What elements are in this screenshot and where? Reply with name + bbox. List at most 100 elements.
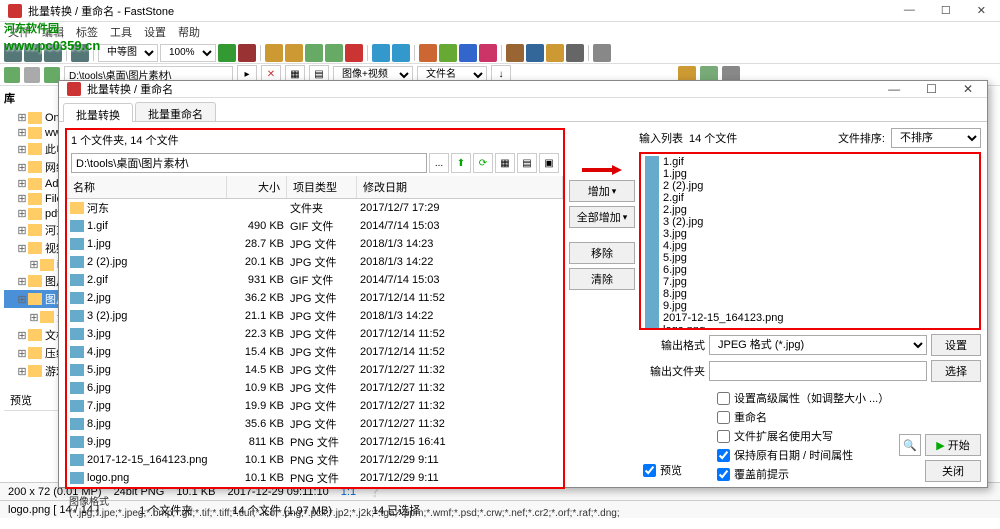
option-checkbox[interactable]: 保持原有日期 / 时间属性 (717, 447, 891, 463)
preview-checkbox[interactable]: 预览 (639, 458, 689, 482)
input-list-item[interactable]: 8.jpg (643, 288, 977, 300)
email-icon[interactable] (546, 44, 564, 62)
file-row[interactable]: 9.jpg811 KBPNG 文件2017/12/15 16:41 (67, 433, 563, 451)
dialog-close-btn[interactable]: 关闭 (925, 460, 981, 482)
input-list-item[interactable]: 1.gif (643, 156, 977, 168)
fullscreen-icon[interactable] (71, 44, 89, 62)
input-list-item[interactable]: 9.jpg (643, 300, 977, 312)
dialog-path-input[interactable] (71, 153, 427, 173)
input-list-item[interactable]: 5.jpg (643, 252, 977, 264)
file-row[interactable]: 6.jpg10.9 KBJPG 文件2017/12/27 11:32 (67, 379, 563, 397)
input-list-item[interactable]: 3 (2).jpg (643, 216, 977, 228)
menu-help[interactable]: 帮助 (178, 24, 200, 40)
paste-icon[interactable] (325, 44, 343, 62)
input-list-item[interactable]: 3.jpg (643, 228, 977, 240)
file-row[interactable]: 3 (2).jpg21.1 KBJPG 文件2018/1/3 14:22 (67, 307, 563, 325)
tool-icon[interactable] (265, 44, 283, 62)
add-all-button[interactable]: 全部增加▾ (569, 206, 635, 228)
tool2-icon[interactable] (285, 44, 303, 62)
zoom-select[interactable]: 中等图 (98, 44, 158, 62)
resize-icon[interactable] (439, 44, 457, 62)
browse-button[interactable]: ... (429, 153, 449, 173)
add-button[interactable]: 增加▾ (569, 180, 635, 202)
col-type[interactable]: 项目类型 (287, 176, 357, 198)
input-list-item[interactable]: 6.jpg (643, 264, 977, 276)
file-row[interactable]: 3.jpg22.3 KBJPG 文件2017/12/14 11:52 (67, 325, 563, 343)
menu-settings[interactable]: 设置 (144, 24, 166, 40)
menu-tag[interactable]: 标签 (76, 24, 98, 40)
file-row[interactable]: logo.png10.1 KBPNG 文件2017/12/29 9:11 (67, 469, 563, 487)
nav-back-icon[interactable] (4, 67, 20, 83)
rotate-left-icon[interactable] (372, 44, 390, 62)
clear-button[interactable]: 清除 (569, 268, 635, 290)
copy-icon[interactable] (305, 44, 323, 62)
file-row[interactable]: 1.jpg28.7 KBJPG 文件2018/1/3 14:23 (67, 235, 563, 253)
up-folder-icon[interactable]: ⬆ (451, 153, 471, 173)
rotate-right-icon[interactable] (392, 44, 410, 62)
settings-button[interactable]: 设置 (931, 334, 981, 356)
tab-batch-rename[interactable]: 批量重命名 (135, 102, 216, 121)
option-checkbox[interactable]: 设置高级属性（如调整大小 ...） (717, 390, 891, 406)
menu-edit[interactable]: 编辑 (42, 24, 64, 40)
magnifier-icon[interactable]: 🔍 (899, 434, 921, 456)
input-list-item[interactable]: 2017-12-15_164123.png (643, 312, 977, 324)
zoom-percent-select[interactable]: 100% (160, 44, 216, 62)
dialog-maximize-button[interactable]: ☐ (920, 82, 943, 96)
option-checkbox[interactable]: 重命名 (717, 409, 891, 425)
list-view-icon[interactable]: ▦ (495, 153, 515, 173)
output-folder-input[interactable] (709, 361, 927, 381)
file-row[interactable]: 1.gif490 KBGIF 文件2014/7/14 15:03 (67, 217, 563, 235)
col-date[interactable]: 修改日期 (357, 176, 563, 198)
remove-button[interactable]: 移除 (569, 242, 635, 264)
input-list-item[interactable]: 2 (2).jpg (643, 180, 977, 192)
file-row[interactable]: 7.jpg19.9 KBJPG 文件2017/12/27 11:32 (67, 397, 563, 415)
file-row[interactable]: 2017-12-15_164123.png10.1 KBPNG 文件2017/1… (67, 451, 563, 469)
menu-file[interactable]: 文件 (8, 24, 30, 40)
input-list-item[interactable]: 1.jpg (643, 168, 977, 180)
layout-icon[interactable] (4, 44, 22, 62)
file-row[interactable]: 2 (2).jpg20.1 KBJPG 文件2018/1/3 14:22 (67, 253, 563, 271)
file-row[interactable]: 河东文件夹2017/12/7 17:29 (67, 199, 563, 217)
zoomin-icon[interactable] (218, 44, 236, 62)
zoomout-icon[interactable] (238, 44, 256, 62)
sort-dropdown[interactable]: 不排序 (891, 128, 981, 148)
file-row[interactable]: 4.jpg15.4 KBJPG 文件2017/12/14 11:52 (67, 343, 563, 361)
file-row[interactable]: 2.gif931 KBGIF 文件2014/7/14 15:03 (67, 271, 563, 289)
layout3-icon[interactable] (44, 44, 62, 62)
maximize-button[interactable]: ☐ (935, 4, 957, 17)
col-name[interactable]: 名称 (67, 176, 227, 198)
input-list-item[interactable]: 2.gif (643, 192, 977, 204)
input-list-item[interactable]: logo.png (643, 324, 977, 330)
settings-icon[interactable] (593, 44, 611, 62)
compare-icon[interactable] (526, 44, 544, 62)
file-row[interactable]: 8.jpg35.6 KBJPG 文件2017/12/27 11:32 (67, 415, 563, 433)
close-button[interactable]: ✕ (971, 4, 992, 17)
tab-batch-convert[interactable]: 批量转换 (63, 103, 133, 122)
file-row[interactable]: 2.jpg36.2 KBJPG 文件2017/12/14 11:52 (67, 289, 563, 307)
input-list-item[interactable]: 7.jpg (643, 276, 977, 288)
print-icon[interactable] (566, 44, 584, 62)
option-checkbox[interactable]: 文件扩展名使用大写 (717, 428, 891, 444)
source-file-list[interactable]: 名称 大小 项目类型 修改日期 河东文件夹2017/12/7 17:291.gi… (65, 176, 565, 489)
menu-tools[interactable]: 工具 (110, 24, 132, 40)
detail-view-icon[interactable]: ▤ (517, 153, 537, 173)
slideshow-icon[interactable] (506, 44, 524, 62)
text-icon[interactable] (479, 44, 497, 62)
start-button[interactable]: ▶开始 (925, 434, 981, 456)
nav-fwd-icon[interactable] (24, 67, 40, 83)
file-row[interactable]: 5.jpg14.5 KBJPG 文件2017/12/27 11:32 (67, 361, 563, 379)
input-file-list[interactable]: 1.gif1.jpg2 (2).jpg2.gif2.jpg3 (2).jpg3.… (639, 152, 981, 330)
layout2-icon[interactable] (24, 44, 42, 62)
refresh-folder-icon[interactable]: ⟳ (473, 153, 493, 173)
minimize-button[interactable]: — (898, 4, 921, 17)
color-icon[interactable] (419, 44, 437, 62)
delete-icon[interactable] (345, 44, 363, 62)
crop-icon[interactable] (459, 44, 477, 62)
dialog-minimize-button[interactable]: — (882, 82, 906, 96)
select-folder-button[interactable]: 选择 (931, 360, 981, 382)
output-format-select[interactable]: JPEG 格式 (*.jpg) (709, 335, 927, 355)
thumbnail-view-icon[interactable]: ▣ (539, 153, 559, 173)
option-checkbox[interactable]: 覆盖前提示 (717, 466, 891, 482)
input-list-item[interactable]: 4.jpg (643, 240, 977, 252)
dialog-close-button[interactable]: ✕ (957, 82, 979, 96)
